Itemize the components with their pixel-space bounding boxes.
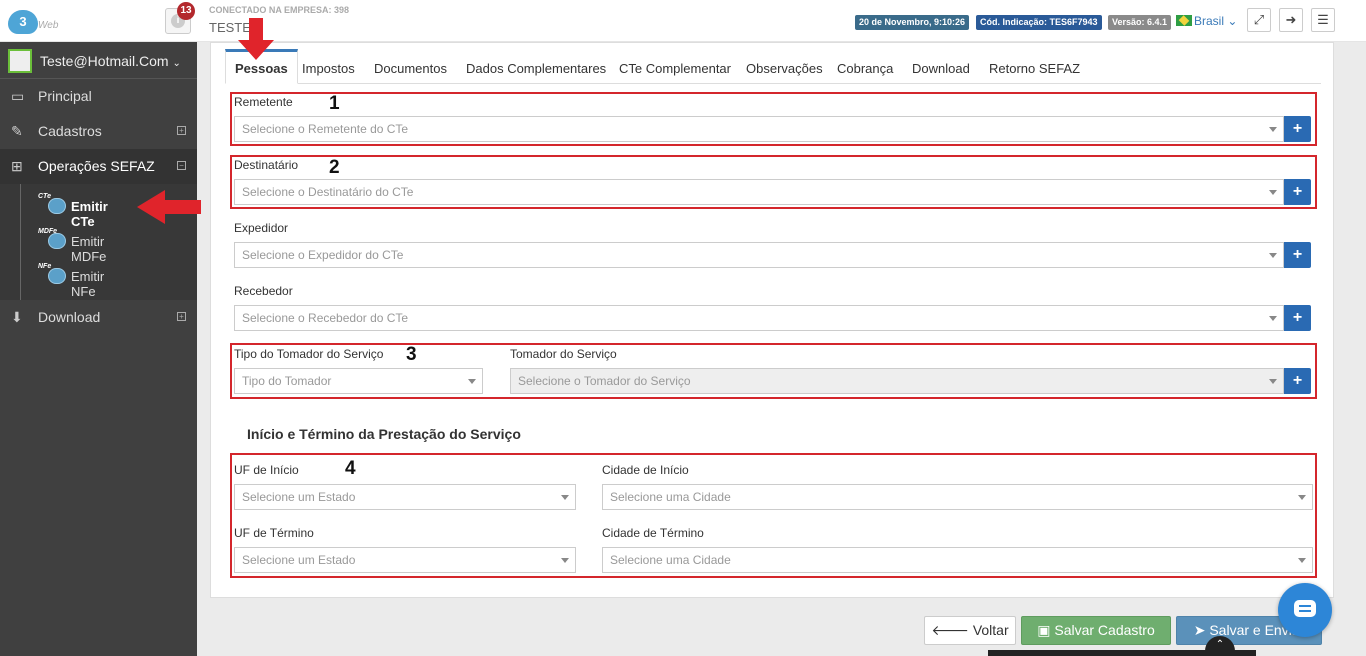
user-email: Teste@Hotmail.Com	[40, 53, 169, 69]
indicacao-badge: Cód. Indicação: TES6F7943	[976, 15, 1102, 30]
chat-button[interactable]	[1278, 583, 1332, 637]
app-logo[interactable]: 3 Web	[8, 8, 60, 36]
sidebar-item-label: Emitir CTe	[71, 199, 108, 229]
sidebar-item-label: Emitir MDFe	[71, 234, 107, 264]
tab-observacoes[interactable]: Observações	[746, 49, 823, 84]
logout-button[interactable]: ➜	[1279, 8, 1303, 32]
language-label: Brasil	[1194, 14, 1225, 28]
notifications-button[interactable]: i 13	[165, 2, 195, 34]
red-arrow-down-icon	[238, 18, 274, 60]
expedidor-label: Expedidor	[234, 221, 289, 235]
annotation-number-1: 1	[329, 93, 340, 114]
sidebar-item-label: Emitir NFe	[71, 269, 105, 299]
tab-retorno-sefaz[interactable]: Retorno SEFAZ	[989, 49, 1080, 84]
user-menu[interactable]: Teste@Hotmail.Com ⌄	[0, 42, 197, 79]
caret-down-icon	[1269, 253, 1277, 258]
annotation-number-3: 3	[406, 344, 417, 365]
annotation-box-3	[230, 343, 1317, 399]
date-badge: 20 de Novembro, 9:10:26	[855, 15, 970, 30]
back-label: Voltar	[972, 622, 1009, 638]
tab-impostos[interactable]: Impostos	[302, 49, 355, 84]
mdfe-globe-icon: MDFe	[38, 228, 68, 252]
windows-icon: ⊞	[11, 158, 23, 174]
menu-button[interactable]: ☰	[1311, 8, 1335, 32]
chat-bubble-icon	[1294, 600, 1316, 617]
caret-down-icon	[1269, 316, 1277, 321]
notifications-badge: 13	[177, 2, 195, 20]
submenu-line	[20, 184, 21, 300]
arrow-left-icon: 🡐	[931, 622, 969, 638]
section-title: Início e Término da Prestação do Serviço	[247, 426, 521, 442]
annotation-box-2	[230, 155, 1317, 209]
save-label: Salvar Cadastro	[1054, 622, 1155, 638]
annotation-number-2: 2	[329, 157, 340, 178]
cte-globe-icon: CTe	[38, 193, 68, 217]
version-badge: Versão: 6.4.1	[1108, 15, 1172, 30]
sidebar-item-label: Download	[38, 309, 101, 325]
chevron-down-icon: ⌄	[172, 58, 181, 69]
avatar	[8, 49, 32, 73]
brazil-flag-icon	[1176, 15, 1192, 26]
top-bar: 3 Web i 13 CONECTADO NA EMPRESA: 398 TES…	[0, 0, 1366, 42]
floppy-icon: ▣	[1037, 622, 1051, 638]
connection-label: CONECTADO NA EMPRESA: 398	[209, 5, 350, 15]
expand-icon: ⤢	[1253, 12, 1265, 27]
recebedor-select[interactable]: Selecione o Recebedor do CTe	[234, 305, 1284, 331]
save-button[interactable]: ▣ Salvar Cadastro	[1021, 616, 1171, 645]
hamburger-icon: ☰	[1317, 12, 1329, 27]
tab-documentos[interactable]: Documentos	[374, 49, 447, 84]
cte-mini-label: CTe	[38, 193, 51, 200]
sidebar-item-download[interactable]: ⬇ Download +	[0, 300, 197, 335]
back-button[interactable]: 🡐 Voltar	[924, 616, 1016, 645]
nfe-globe-icon: NFe	[38, 263, 68, 287]
expedidor-select[interactable]: Selecione o Expedidor do CTe	[234, 242, 1284, 268]
recebedor-placeholder: Selecione o Recebedor do CTe	[242, 311, 409, 325]
sidebar-item-label: Principal	[38, 88, 92, 104]
sidebar-item-label: Operações SEFAZ	[38, 158, 155, 174]
add-recebedor-button[interactable]: +	[1284, 305, 1311, 331]
language-selector[interactable]: Brasil ⌄	[1194, 14, 1237, 28]
sidebar-item-cadastros[interactable]: ✎ Cadastros +	[0, 114, 197, 149]
sidebar-item-operacoes-sefaz[interactable]: ⊞ Operações SEFAZ −	[0, 149, 197, 184]
tab-cobranca[interactable]: Cobrança	[837, 49, 893, 84]
logo-text: Web	[38, 20, 59, 31]
recebedor-label: Recebedor	[234, 284, 293, 298]
cloud-logo-icon: 3	[8, 10, 38, 34]
fullscreen-button[interactable]: ⤢	[1247, 8, 1271, 32]
tab-cte-complementar[interactable]: CTe Complementar	[619, 49, 731, 84]
annotation-box-4	[230, 453, 1317, 578]
expedidor-placeholder: Selecione o Expedidor do CTe	[242, 248, 404, 262]
tab-dados-complementares[interactable]: Dados Complementares	[466, 49, 606, 84]
sidebar: Teste@Hotmail.Com ⌄ ▭ Principal ✎ Cadast…	[0, 42, 197, 656]
expand-plus-icon: +	[177, 126, 186, 135]
nfe-mini-label: NFe	[38, 263, 52, 270]
laptop-icon: ▭	[11, 88, 25, 104]
tab-bar: Pessoas Impostos Documentos Dados Comple…	[225, 49, 1321, 84]
chevron-up-icon: ⌃	[1215, 639, 1225, 650]
edit-icon: ✎	[11, 123, 23, 139]
paper-plane-icon: ➤	[1193, 622, 1206, 638]
annotation-number-4: 4	[345, 458, 356, 479]
sidebar-item-principal[interactable]: ▭ Principal	[0, 79, 197, 114]
annotation-box-1	[230, 92, 1317, 146]
tab-download[interactable]: Download	[912, 49, 970, 84]
chevron-down-icon: ⌄	[1227, 14, 1238, 28]
sidebar-item-label: Cadastros	[38, 123, 102, 139]
collapse-minus-icon: −	[177, 161, 186, 170]
expand-plus-icon: +	[177, 312, 186, 321]
red-arrow-left-icon	[137, 190, 201, 224]
download-icon: ⬇	[11, 309, 23, 325]
main-panel: Pessoas Impostos Documentos Dados Comple…	[210, 42, 1334, 598]
add-expedidor-button[interactable]: +	[1284, 242, 1311, 268]
logout-icon: ➜	[1285, 12, 1297, 27]
